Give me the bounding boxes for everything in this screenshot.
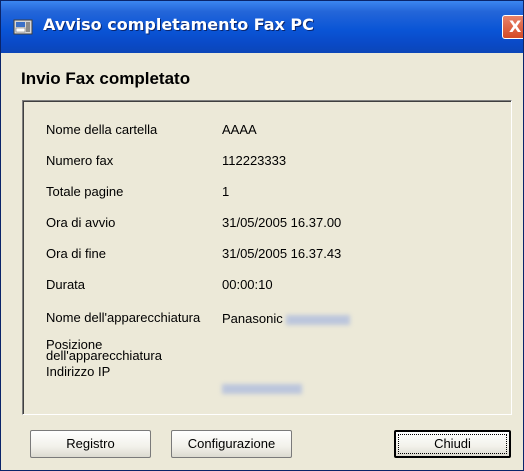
device-location-label: Posizione dell'apparecchiatura — [46, 337, 162, 363]
log-button[interactable]: Registro — [30, 430, 151, 458]
start-time-label: Ora di avvio — [46, 215, 116, 230]
device-name-label: Nome dell'apparecchiatura — [46, 310, 201, 325]
duration-value: 00:00:10 — [222, 277, 273, 292]
folder-name-value: AAAA — [222, 122, 257, 137]
device-name-value: Panasonic — [222, 311, 351, 326]
title-bar[interactable]: Avviso completamento Fax PC X — [1, 1, 523, 53]
ip-address-label: Indirizzo IP — [46, 364, 111, 379]
device-brand-text: Panasonic — [222, 311, 283, 326]
close-button-label: Chiudi — [398, 434, 507, 454]
close-icon: X — [509, 17, 522, 36]
details-panel: Nome della cartella AAAA Numero fax 1122… — [22, 100, 512, 415]
fax-number-label: Numero fax — [46, 153, 114, 168]
fax-number-value: 112223333 — [222, 153, 287, 168]
close-button[interactable]: Chiudi — [394, 430, 511, 458]
total-pages-label: Totale pagine — [46, 184, 124, 199]
total-pages-value: 1 — [222, 184, 230, 199]
end-time-value: 31/05/2005 16.37.43 — [222, 246, 342, 261]
window-title: Avviso completamento Fax PC — [43, 15, 314, 34]
configuration-button[interactable]: Configurazione — [171, 430, 292, 458]
dialog-window: Avviso completamento Fax PC X Invio Fax … — [0, 0, 524, 471]
end-time-label: Ora di fine — [46, 246, 106, 261]
device-model-redacted — [286, 314, 351, 325]
start-time-value: 31/05/2005 16.37.00 — [222, 215, 342, 230]
close-window-button[interactable]: X — [502, 15, 523, 39]
duration-label: Durata — [46, 277, 86, 292]
dialog-heading: Invio Fax completato — [21, 69, 191, 88]
ip-address-value — [222, 381, 302, 395]
folder-name-label: Nome della cartella — [46, 122, 158, 137]
fax-app-icon — [13, 19, 33, 35]
ip-address-redacted — [222, 383, 302, 394]
